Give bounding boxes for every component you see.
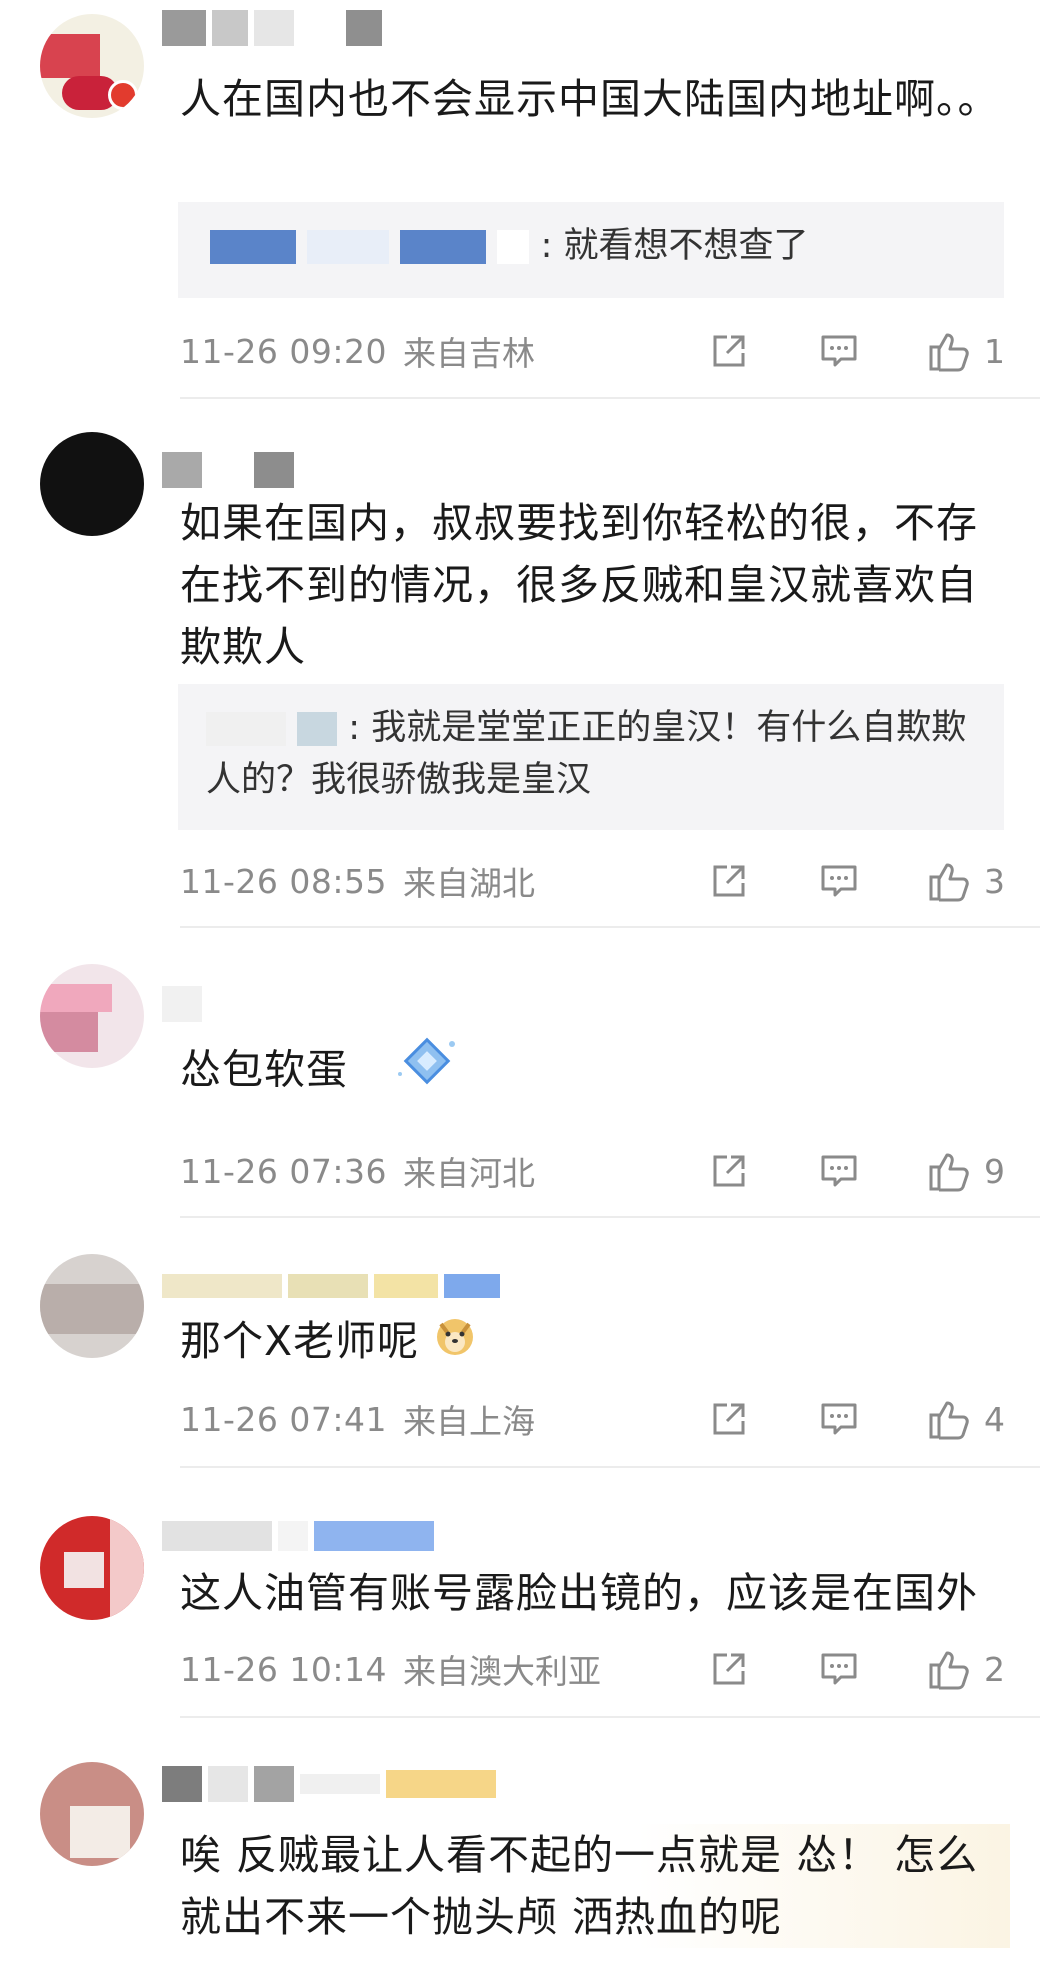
reply-separator: : — [540, 226, 564, 266]
avatar[interactable] — [40, 432, 144, 536]
comment-item: 人在国内也不会显示中国大陆国内地址啊。。 : 就看想不想查了 11-26 09:… — [0, 0, 1040, 400]
reply-username-masked — [307, 230, 390, 264]
share-icon[interactable] — [706, 1396, 752, 1442]
comment-text: 唉 反贼最让人看不起的一点就是 怂！ 怎么就出不来一个抛头颅 洒热血的呢 — [180, 1824, 1010, 1948]
action-bar: 9 — [706, 1146, 1010, 1196]
thumbs-up-icon[interactable] — [926, 1396, 972, 1442]
timestamp: 11-26 07:41 — [180, 1399, 387, 1439]
share-icon[interactable] — [706, 1148, 752, 1194]
comment-text: 如果在国内，叔叔要找到你轻松的很，不存在找不到的情况，很多反贼和皇汉就喜欢自欺欺… — [180, 499, 978, 671]
comment-text: 人在国内也不会显示中国大陆国内地址啊。。 — [180, 75, 1000, 123]
like-count: 2 — [984, 1649, 1005, 1689]
comment-icon[interactable] — [816, 858, 862, 904]
action-bar: 4 — [706, 1394, 1010, 1444]
location: 来自上海 — [402, 1402, 535, 1441]
divider — [180, 1716, 1040, 1718]
avatar[interactable] — [40, 964, 144, 1068]
meta-row: 11-26 07:36 来自河北 9 — [180, 1146, 1010, 1196]
comment-item: 怂包软蛋 11-26 07:36 来自河北 9 — [0, 930, 1040, 1220]
comment-item: 如果在国内，叔叔要找到你轻松的很，不存在找不到的情况，很多反贼和皇汉就喜欢自欺欺… — [0, 400, 1040, 930]
location: 来自湖北 — [402, 864, 535, 903]
like-count: 3 — [984, 861, 1005, 901]
thumbs-up-icon[interactable] — [926, 858, 972, 904]
username-masked[interactable] — [162, 1764, 496, 1804]
location: 来自吉林 — [402, 334, 535, 373]
share-icon[interactable] — [706, 328, 752, 374]
reply-username-masked — [400, 230, 487, 264]
meta-row: 11-26 08:55 来自湖北 3 — [180, 856, 1010, 906]
divider — [180, 1216, 1040, 1218]
username-masked[interactable] — [162, 450, 294, 490]
share-icon[interactable] — [706, 858, 752, 904]
action-bar: 1 — [706, 326, 1010, 376]
reply-username-masked — [497, 230, 530, 264]
username-masked[interactable] — [162, 1516, 434, 1556]
comment-text-value: 怂包软蛋 — [180, 1045, 348, 1094]
location: 来自澳大利亚 — [402, 1652, 601, 1691]
comment-text: 怂包软蛋 — [180, 1034, 1010, 1111]
reply-text: 就看想不想查了 — [563, 226, 809, 266]
meta-row: 11-26 09:20 来自吉林 1 — [180, 326, 1010, 376]
avatar[interactable] — [40, 1254, 144, 1358]
location: 来自河北 — [402, 1154, 535, 1193]
reply-box[interactable]: : 就看想不想查了 — [178, 202, 1004, 298]
comment-icon[interactable] — [816, 1396, 862, 1442]
comment-item: 那个X老师呢 11-26 07:41 来自上海 4 — [0, 1220, 1040, 1470]
comment-icon[interactable] — [816, 1646, 862, 1692]
reply-username-masked — [206, 712, 286, 746]
thumbs-up-icon[interactable] — [926, 1148, 972, 1194]
username-masked[interactable] — [162, 984, 202, 1024]
timestamp: 11-26 08:55 — [180, 861, 387, 901]
like-count: 9 — [984, 1151, 1005, 1191]
reply-box[interactable]: : 我就是堂堂正正的皇汉！有什么自欺欺人的？我很骄傲我是皇汉 — [178, 684, 1004, 830]
avatar[interactable] — [40, 14, 144, 118]
timestamp: 11-26 07:36 — [180, 1151, 387, 1191]
timestamp: 11-26 10:14 — [180, 1649, 387, 1689]
reply-username-masked — [210, 230, 296, 264]
meta-row: 11-26 10:14 来自澳大利亚 2 — [180, 1644, 1010, 1694]
timestamp: 11-26 09:20 — [180, 331, 387, 371]
comment-icon[interactable] — [816, 328, 862, 374]
reply-separator: : — [348, 708, 372, 748]
username-masked[interactable] — [162, 1266, 500, 1306]
divider — [180, 397, 1040, 399]
like-count: 1 — [984, 331, 1005, 371]
avatar[interactable] — [40, 1762, 144, 1866]
action-bar: 3 — [706, 856, 1010, 906]
divider — [180, 1466, 1040, 1468]
thumbs-up-icon[interactable] — [926, 1646, 972, 1692]
username-masked[interactable] — [162, 8, 382, 48]
thumbs-up-icon[interactable] — [926, 328, 972, 374]
meta-row: 11-26 07:41 来自上海 4 — [180, 1394, 1010, 1444]
comment-text-value: 那个X老师呢 — [180, 1317, 420, 1365]
like-count: 4 — [984, 1399, 1005, 1439]
divider — [180, 926, 1040, 928]
comment-text: 那个X老师呢 — [180, 1310, 1010, 1375]
action-bar: 2 — [706, 1644, 1010, 1694]
comment-text: 这人油管有账号露脸出镜的，应该是在国外 — [180, 1569, 978, 1617]
diamond-sticker — [392, 1034, 464, 1111]
comment-icon[interactable] — [816, 1148, 862, 1194]
comment-item: 这人油管有账号露脸出镜的，应该是在国外 11-26 10:14 来自澳大利亚 2 — [0, 1470, 1040, 1720]
doge-emoji — [433, 1313, 477, 1375]
share-icon[interactable] — [706, 1646, 752, 1692]
comment-item: 唉 反贼最让人看不起的一点就是 怂！ 怎么就出不来一个抛头颅 洒热血的呢 — [0, 1720, 1040, 1963]
avatar[interactable] — [40, 1516, 144, 1620]
reply-username-masked — [297, 712, 338, 746]
